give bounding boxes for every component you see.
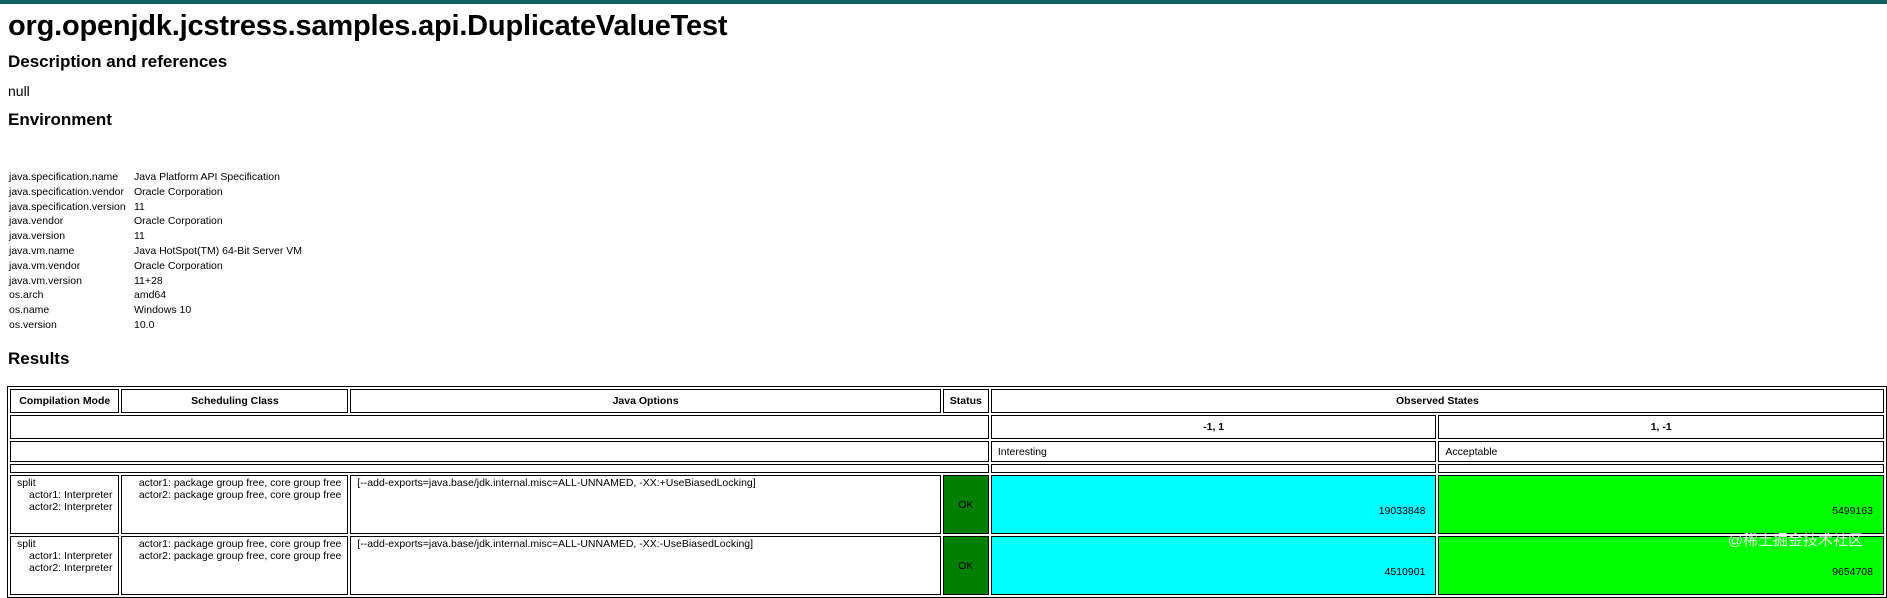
header-observed-states: Observed States [990, 389, 1884, 413]
section-heading-results: Results [8, 349, 70, 368]
environment-row: java.version 11 [7, 229, 305, 244]
section-heading-description: Description and references [8, 52, 228, 71]
env-value: Java HotSpot(TM) 64-Bit Server VM [134, 244, 303, 257]
env-value: 11+28 [134, 274, 163, 287]
compilation-mode-line: split [17, 477, 36, 489]
environment-row: java.vendor Oracle Corporation [7, 214, 305, 229]
java-options-cell: [--add-exports=java.base/jdk.internal.mi… [350, 475, 941, 534]
results-table: Compilation Mode Scheduling Class Java O… [7, 386, 1887, 598]
scheduling-class-line: actor1: package group free, core group f… [138, 477, 342, 489]
scheduling-class-line: actor2: package group free, core group f… [138, 550, 342, 562]
compilation-mode-line: actor1: Interpreter [29, 489, 113, 501]
env-key: java.version [9, 230, 66, 243]
env-value: 10.0 [134, 318, 155, 331]
expectation-label: Interesting [990, 441, 1437, 462]
env-key: java.vendor [9, 215, 64, 228]
header-scheduling-class: Scheduling Class [121, 389, 349, 413]
expectation-label: Acceptable [1438, 441, 1884, 462]
env-key: os.arch [9, 289, 44, 302]
env-value: Oracle Corporation [134, 185, 223, 198]
java-options-cell: [--add-exports=java.base/jdk.internal.mi… [350, 536, 941, 595]
env-key: java.specification.vendor [9, 185, 124, 198]
observed-count-acceptable: 5499163 [1438, 475, 1884, 534]
description-text: null [8, 83, 30, 99]
environment-row: java.specification.version 11 [7, 200, 305, 215]
status-badge: OK [942, 475, 989, 534]
environment-row: os.version 10.0 [7, 318, 305, 333]
env-value: amd64 [134, 289, 167, 302]
scheduling-class-line: actor1: package group free, core group f… [138, 538, 342, 550]
compilation-mode-cell: split actor1: Interpreter actor2: Interpre… [10, 536, 120, 595]
header-status: Status [942, 389, 989, 413]
env-value: Windows 10 [134, 304, 192, 317]
env-value: Java Platform API Specification [134, 171, 280, 183]
environment-row: java.specification.name Java Platform API… [7, 170, 305, 185]
scheduling-class-cell: actor1: package group free, core group f… [121, 475, 349, 534]
compilation-mode-line: actor2: Interpreter [29, 562, 113, 574]
compilation-mode-cell: split actor1: Interpreter actor2: Interpre… [10, 475, 120, 534]
watermark-text: @稀土掘金技术社区 [1727, 532, 1863, 549]
environment-row: java.specification.vendor Oracle Corporat… [7, 185, 305, 200]
env-value: 11 [134, 230, 145, 243]
scheduling-class-cell: actor1: package group free, core group f… [121, 536, 349, 595]
env-value: Oracle Corporation [134, 259, 223, 272]
result-row: split actor1: Interpreter actor2: Interpre… [10, 536, 1884, 595]
compilation-mode-line: actor1: Interpreter [29, 550, 113, 562]
states-spacer-cell [10, 415, 989, 439]
env-key: java.specification.name [9, 171, 119, 183]
compilation-mode-line: actor2: Interpreter [29, 501, 113, 513]
env-key: java.vm.version [9, 274, 82, 287]
observed-count-interesting: 19033848 [990, 475, 1437, 534]
spacer-cell [1438, 464, 1884, 473]
compilation-mode-line: split [17, 538, 36, 550]
top-accent-bar [0, 0, 1887, 4]
env-key: os.name [9, 304, 50, 317]
environment-row: java.vm.vendor Oracle Corporation [7, 259, 305, 274]
expectation-spacer-cell [10, 441, 989, 462]
env-key: os.version [9, 318, 57, 331]
environment-table: java.specification.name Java Platform API… [7, 170, 305, 333]
environment-row: os.name Windows 10 [7, 303, 305, 318]
observed-count-interesting: 4510901 [990, 536, 1437, 595]
state-header: -1, 1 [990, 415, 1437, 439]
spacer-cell [990, 464, 1437, 473]
header-java-options: Java Options [350, 389, 941, 413]
environment-row: java.vm.name Java HotSpot(TM) 64-Bit Serv… [7, 244, 305, 259]
env-key: java.vm.vendor [9, 259, 81, 272]
header-compilation-mode: Compilation Mode [10, 389, 120, 413]
scheduling-class-line: actor2: package group free, core group f… [138, 489, 342, 501]
environment-row: java.vm.version 11+28 [7, 274, 305, 289]
state-header: 1, -1 [1438, 415, 1884, 439]
env-key: java.vm.name [9, 244, 75, 257]
status-badge: OK [942, 536, 989, 595]
spacer-cell [10, 464, 989, 473]
section-heading-environment: Environment [8, 110, 112, 129]
env-value: Oracle Corporation [134, 215, 223, 228]
env-key: java.specification.version [9, 200, 126, 213]
env-value: 11 [134, 200, 145, 213]
result-row: split actor1: Interpreter actor2: Interpre… [10, 475, 1884, 534]
environment-row: os.arch amd64 [7, 288, 305, 303]
page-title: org.openjdk.jcstress.samples.api.Duplica… [8, 10, 728, 42]
